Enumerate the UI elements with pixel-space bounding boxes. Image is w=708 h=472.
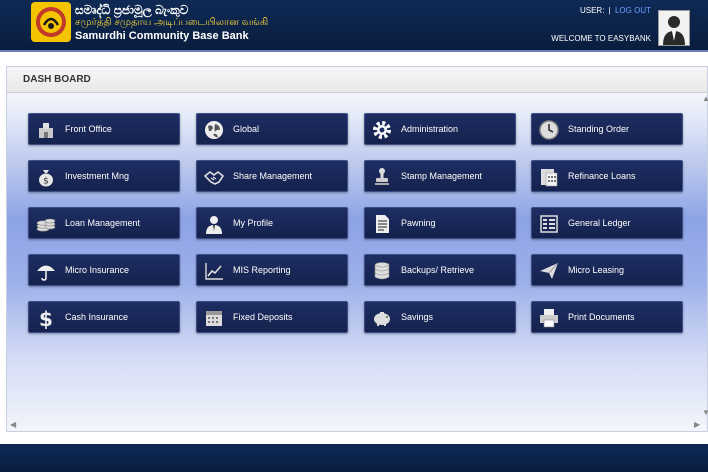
tile-my-profile[interactable]: My Profile [196,207,348,239]
tile-administration[interactable]: Administration [364,113,516,145]
dollar-icon: $ [34,306,58,330]
paper-plane-icon [537,259,561,283]
dashboard-title: DASH BOARD [7,67,707,93]
tile-label: Fixed Deposits [233,312,293,322]
tile-refinance-loans[interactable]: Refinance Loans [531,160,683,192]
user-avatar[interactable] [658,10,690,46]
ledger-icon [537,212,561,236]
tile-label: Print Documents [568,312,635,322]
tile-label: Stamp Management [401,171,483,181]
tile-global[interactable]: Global [196,113,348,145]
brand-name-english: Samurdhi Community Base Bank [75,30,249,42]
tile-share-management[interactable]: Share Management [196,160,348,192]
tile-label: Refinance Loans [568,171,636,181]
tile-front-office[interactable]: Front Office [28,113,180,145]
user-bar: USER: | LOG OUT [580,6,651,15]
brand-name-tamil: சமுர்த்தி சமுதாய அடிப்படையிலான வங்கி [75,17,269,28]
tile-label: MIS Reporting [233,265,291,275]
scroll-down-arrow-icon[interactable]: ▼ [702,408,708,417]
tile-savings[interactable]: Savings [364,301,516,333]
tile-stamp-management[interactable]: Stamp Management [364,160,516,192]
tile-label: My Profile [233,218,274,228]
horizontal-scrollbar[interactable]: ◀ ▶ [6,420,708,432]
svg-text:$: $ [43,177,49,187]
tile-label: Savings [401,312,434,322]
svg-text:$: $ [39,307,53,329]
umbrella-icon [34,259,58,283]
calendar-icon [202,306,226,330]
handshake-icon [202,165,226,189]
tile-backups-retrieve[interactable]: Backups/ Retrieve [364,254,516,286]
welcome-text: WELCOME TO EASYBANK [551,34,651,43]
tile-micro-leasing[interactable]: Micro Leasing [531,254,683,286]
tile-label: Investment Mng [65,171,130,181]
tile-label: Global [233,124,260,134]
logout-link[interactable]: LOG OUT [615,6,651,15]
tile-label: Front Office [65,124,112,134]
tile-label: Micro Leasing [568,265,625,275]
bank-logo-icon [31,2,71,42]
coins-icon [34,212,58,236]
tile-print-documents[interactable]: Print Documents [531,301,683,333]
clock-icon [537,118,561,142]
tile-general-ledger[interactable]: General Ledger [531,207,683,239]
tile-label: Standing Order [568,124,630,134]
tile-label: Backups/ Retrieve [401,265,475,275]
chart-icon [202,259,226,283]
scroll-right-arrow-icon[interactable]: ▶ [694,420,700,429]
user-bar-separator: | [608,6,611,15]
tile-loan-management[interactable]: Loan Management [28,207,180,239]
money-bag-icon: $ [34,165,58,189]
app-header: සමෘද්ධි ප්‍රජාමූල බැංකුව சமுர்த்தி சமுதா… [0,0,708,52]
printer-icon [537,306,561,330]
document-icon [370,212,394,236]
tile-fixed-deposits[interactable]: Fixed Deposits [196,301,348,333]
tile-label: General Ledger [568,218,631,228]
scroll-left-arrow-icon[interactable]: ◀ [10,420,16,429]
building-icon [34,118,58,142]
user-icon [202,212,226,236]
tile-micro-insurance[interactable]: Micro Insurance [28,254,180,286]
app-footer [0,444,708,472]
tile-label: Micro Insurance [65,265,130,275]
tile-standing-order[interactable]: Standing Order [531,113,683,145]
tile-label: Administration [401,124,459,134]
tile-cash-insurance[interactable]: $ Cash Insurance [28,301,180,333]
tile-label: Share Management [233,171,313,181]
tile-pawning[interactable]: Pawning [364,207,516,239]
calculator-icon [537,165,561,189]
piggy-bank-icon [370,306,394,330]
tile-label: Cash Insurance [65,312,129,322]
tile-mis-reporting[interactable]: MIS Reporting [196,254,348,286]
database-icon [370,259,394,283]
scroll-up-arrow-icon[interactable]: ▲ [702,94,708,103]
tile-label: Pawning [401,218,436,228]
globe-icon [202,118,226,142]
tile-label: Loan Management [65,218,141,228]
user-label: USER: [579,6,605,15]
stamp-icon [370,165,394,189]
brand-name-sinhala: සමෘද්ධි ප්‍රජාමූල බැංකුව [75,3,189,17]
tile-investment-mng[interactable]: $ Investment Mng [28,160,180,192]
gear-icon [370,118,394,142]
